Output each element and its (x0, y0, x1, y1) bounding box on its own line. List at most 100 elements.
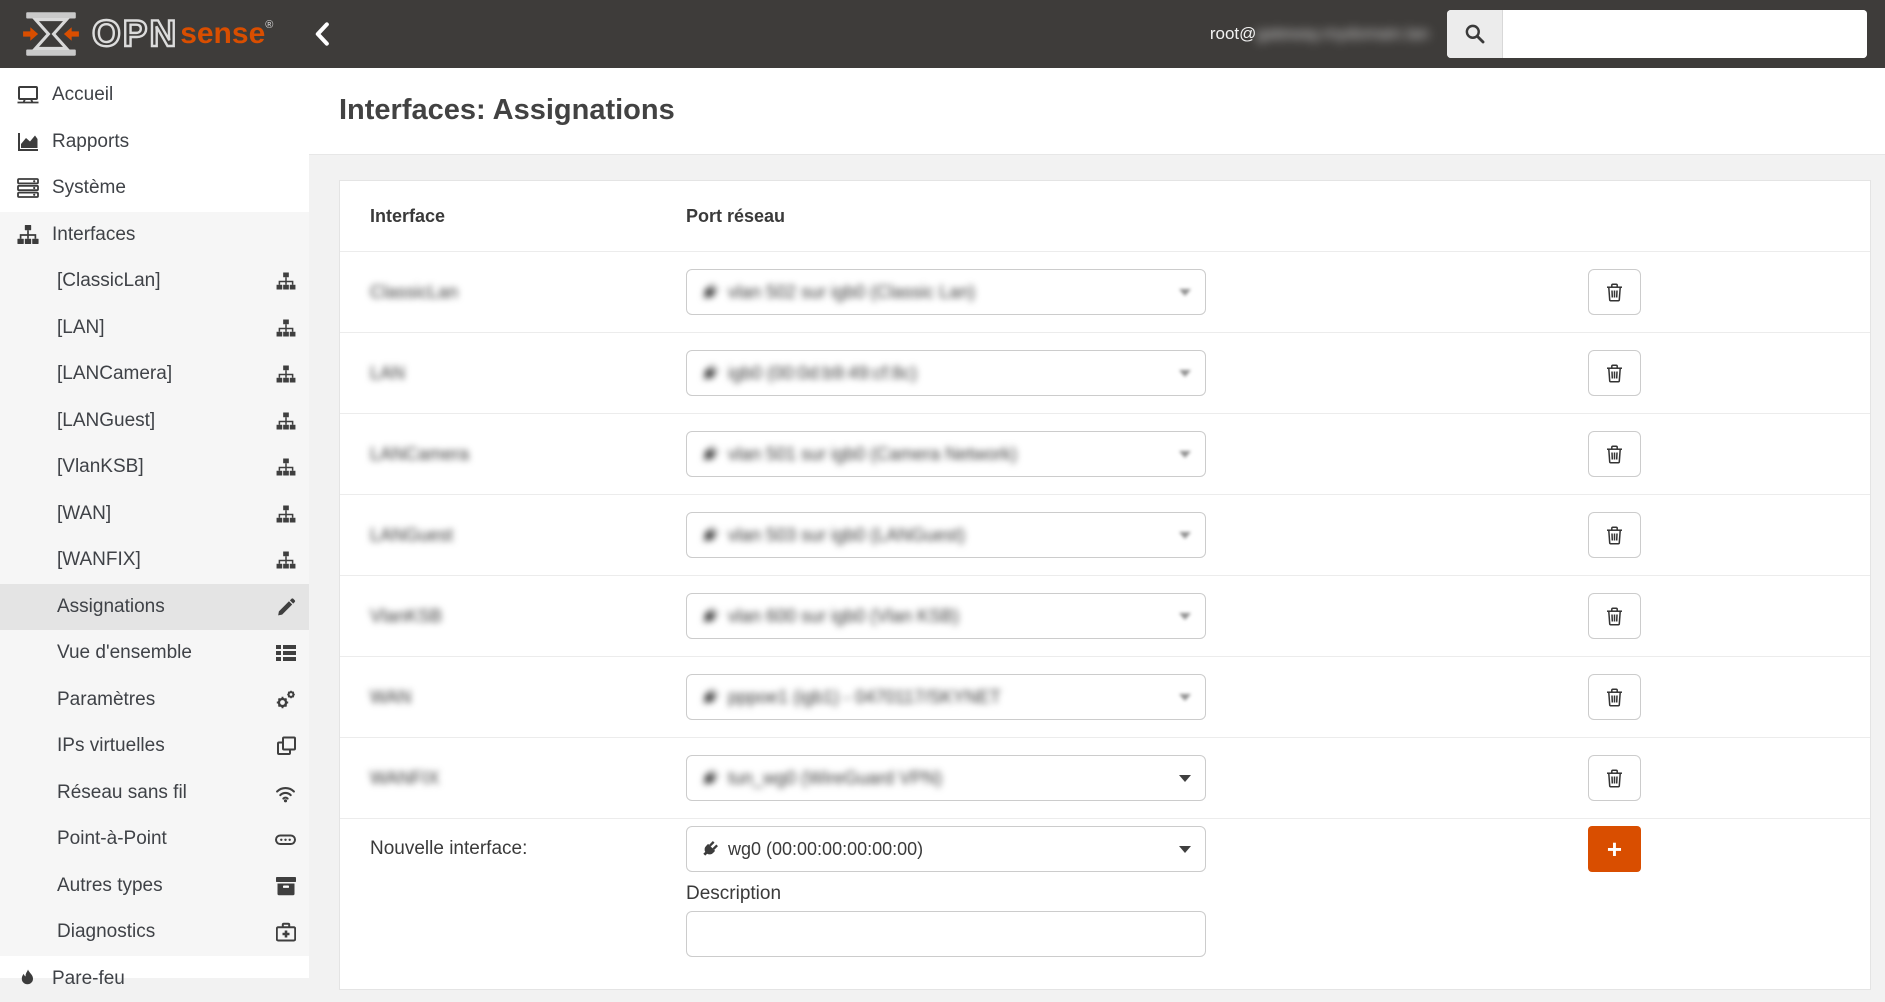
sitemap-icon (276, 412, 296, 429)
medkit-icon (276, 923, 296, 942)
sidebar-item-rapports[interactable]: Rapports (0, 119, 309, 166)
sidebar-item-autres-types[interactable]: Autres types (0, 863, 309, 910)
add-interface-button[interactable]: + (1588, 826, 1641, 872)
sidebar-item-lan[interactable]: [LAN] (0, 305, 309, 352)
table-row: LANGuest vlan 503 sur igb0 (LANGuest) (340, 494, 1870, 575)
trash-icon (1606, 364, 1623, 383)
sidebar-item-pare-feu[interactable]: Pare-feu (0, 956, 309, 1002)
search-addon[interactable] (1447, 10, 1503, 58)
interface-name-redacted: WAN (370, 687, 686, 708)
sitemap-icon (276, 505, 296, 522)
sidebar-item-interfaces[interactable]: Interfaces (0, 212, 309, 259)
sidebar-item-label: [LANCamera] (57, 363, 172, 385)
plug-icon (701, 607, 719, 625)
sidebar: Accueil Rapports Système (0, 68, 309, 978)
sidebar-item-classiclan[interactable]: [ClassicLan] (0, 258, 309, 305)
page-header: Interfaces: Assignations (309, 68, 1885, 155)
interface-name-redacted: WANFIX (370, 768, 686, 789)
sidebar-item-label: Assignations (57, 596, 165, 618)
sidebar-item-label: [WAN] (57, 503, 111, 525)
sidebar-item-parametres[interactable]: Paramètres (0, 677, 309, 724)
port-select-value-redacted: vlan 503 sur igb0 (LANGuest) (701, 525, 965, 546)
port-select[interactable]: vlan 503 sur igb0 (LANGuest) (686, 512, 1206, 558)
delete-interface-button[interactable] (1588, 512, 1641, 558)
sidebar-item-accueil[interactable]: Accueil (0, 72, 309, 119)
sidebar-item-wan[interactable]: [WAN] (0, 491, 309, 538)
sidebar-item-vlanksb[interactable]: [VlanKSB] (0, 444, 309, 491)
port-select-value-redacted: pppoe1 (igb1) - 0470117/SKYNET (701, 687, 1001, 708)
topbar: OPN sense ® root@gateway.mydomain.lan (0, 0, 1885, 68)
description-label: Description (686, 883, 1206, 905)
delete-interface-button[interactable] (1588, 350, 1641, 396)
new-interface-port-value: wg0 (00:00:00:00:00:00) (701, 839, 923, 860)
sidebar-item-label: [ClassicLan] (57, 270, 161, 292)
sidebar-item-label: Interfaces (52, 224, 135, 246)
delete-interface-button[interactable] (1588, 755, 1641, 801)
port-select[interactable]: vlan 502 sur igb0 (Classic Lan) (686, 269, 1206, 315)
search-icon (1464, 23, 1486, 45)
table-row: LAN igb0 (00:0d:b9:49:cf:8c) (340, 332, 1870, 413)
sidebar-item-languest[interactable]: [LANGuest] (0, 398, 309, 445)
sidebar-item-label: [VlanKSB] (57, 456, 144, 478)
list-icon (276, 644, 296, 662)
sidebar-item-lancamera[interactable]: [LANCamera] (0, 351, 309, 398)
port-select[interactable]: vlan 600 sur igb0 (Vlan KSB) (686, 593, 1206, 639)
new-interface-row: Nouvelle interface: wg0 (00:00:00:00:00:… (340, 818, 1870, 987)
interface-name-redacted: VlanKSB (370, 606, 686, 627)
delete-interface-button[interactable] (1588, 269, 1641, 315)
port-select-value-redacted: vlan 502 sur igb0 (Classic Lan) (701, 282, 975, 303)
sidebar-item-assignations[interactable]: Assignations (0, 584, 309, 631)
plug-icon (701, 688, 719, 706)
port-select[interactable]: pppoe1 (igb1) - 0470117/SKYNET (686, 674, 1206, 720)
chevron-down-icon (1179, 775, 1191, 782)
table-row: VlanKSB vlan 600 sur igb0 (Vlan KSB) (340, 575, 1870, 656)
port-select[interactable]: vlan 501 sur igb0 (Camera Network) (686, 431, 1206, 477)
port-select[interactable]: igb0 (00:0d:b9:49:cf:8c) (686, 350, 1206, 396)
opnsense-logo[interactable]: OPN sense ® (20, 11, 273, 57)
sidebar-item-label: [WANFIX] (57, 549, 141, 571)
description-input[interactable] (686, 911, 1206, 957)
pencil-icon (277, 597, 296, 616)
port-select-value-redacted: vlan 600 sur igb0 (Vlan KSB) (701, 606, 959, 627)
chevron-down-icon (1179, 532, 1191, 539)
plug-icon (701, 364, 719, 382)
sidebar-collapse-button[interactable] (313, 22, 331, 46)
delete-interface-button[interactable] (1588, 431, 1641, 477)
trash-icon (1606, 283, 1623, 302)
sidebar-item-label: Vue d'ensemble (57, 642, 192, 664)
chevron-down-icon (1179, 370, 1191, 377)
sidebar-item-reseau-sans-fil[interactable]: Réseau sans fil (0, 770, 309, 817)
sidebar-item-point-a-point[interactable]: Point-à-Point (0, 816, 309, 863)
interface-name-redacted: ClassicLan (370, 282, 686, 303)
column-header-port: Port réseau (686, 206, 1206, 227)
wifi-icon (275, 783, 296, 802)
modem-icon (275, 831, 296, 847)
brand-sense: sense (180, 17, 265, 51)
sidebar-item-vue-densemble[interactable]: Vue d'ensemble (0, 630, 309, 677)
sidebar-item-ips-virtuelles[interactable]: IPs virtuelles (0, 723, 309, 770)
sidebar-item-label: Diagnostics (57, 921, 155, 943)
sidebar-item-systeme[interactable]: Système (0, 165, 309, 212)
logged-in-user: root@gateway.mydomain.lan (1210, 24, 1429, 44)
table-row: WANFIX tun_wg0 (WireGuard VPN) (340, 737, 1870, 818)
new-interface-port-select[interactable]: wg0 (00:00:00:00:00:00) (686, 826, 1206, 872)
plug-icon (701, 445, 719, 463)
main-content: Interfaces: Assignations Interface Port … (309, 68, 1885, 978)
sidebar-item-label: IPs virtuelles (57, 735, 165, 757)
area-chart-icon (13, 132, 43, 151)
sitemap-icon (276, 319, 296, 336)
port-select-value-redacted: vlan 501 sur igb0 (Camera Network) (701, 444, 1017, 465)
search-input[interactable] (1503, 10, 1867, 58)
sidebar-item-wanfix[interactable]: [WANFIX] (0, 537, 309, 584)
sitemap-icon (276, 273, 296, 290)
sidebar-item-diagnostics[interactable]: Diagnostics (0, 909, 309, 956)
delete-interface-button[interactable] (1588, 593, 1641, 639)
sidebar-item-label: Réseau sans fil (57, 782, 187, 804)
desktop-icon (13, 85, 43, 105)
sidebar-item-label: Point-à-Point (57, 828, 167, 850)
plug-icon (701, 840, 719, 858)
delete-interface-button[interactable] (1588, 674, 1641, 720)
trash-icon (1606, 769, 1623, 788)
plug-icon (701, 526, 719, 544)
port-select[interactable]: tun_wg0 (WireGuard VPN) (686, 755, 1206, 801)
